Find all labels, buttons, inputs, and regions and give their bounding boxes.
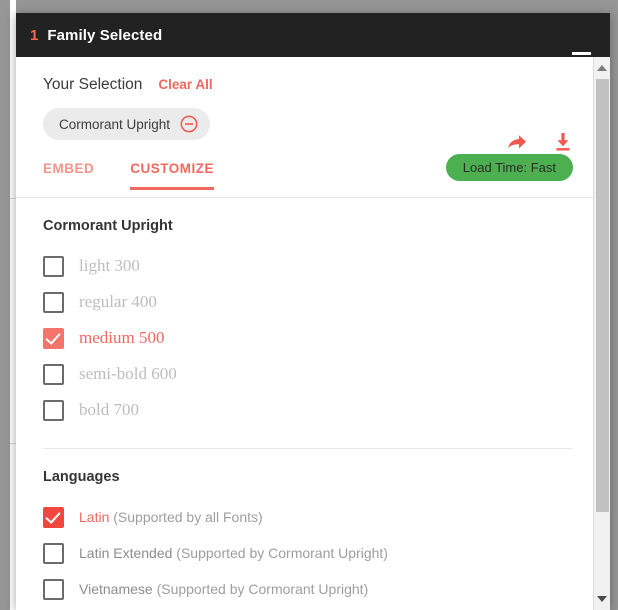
weights-section-title: Cormorant Upright (43, 218, 173, 234)
dialog-titlebar: 1 Family Selected (16, 13, 610, 57)
tab-customize[interactable]: CUSTOMIZE (130, 157, 214, 190)
checkbox[interactable] (43, 542, 64, 564)
checkbox[interactable] (43, 255, 64, 277)
backdrop-overlay (0, 0, 10, 610)
selected-count: 1 (30, 26, 39, 44)
family-chip[interactable]: Cormorant Upright (43, 108, 211, 140)
checkbox-checked[interactable] (43, 327, 64, 349)
family-chip-label: Cormorant Upright (59, 116, 171, 132)
language-option-vietnamese[interactable]: Vietnamese (Supported by Cormorant Uprig… (43, 571, 593, 607)
weights-section: Cormorant Upright light 300 regular 400 … (16, 198, 593, 428)
language-label: Latin (Supported by all Fonts) (79, 509, 263, 525)
scroll-up-arrow-icon[interactable] (594, 59, 610, 77)
weight-option-bold-700[interactable]: bold 700 (43, 392, 593, 428)
tab-embed[interactable]: EMBED (43, 157, 94, 189)
scroll-down-arrow-icon[interactable] (594, 590, 610, 608)
weight-option-light-300[interactable]: light 300 (43, 248, 593, 284)
language-label: Vietnamese (Supported by Cormorant Uprig… (79, 581, 368, 597)
languages-section-title: Languages (43, 469, 120, 485)
weight-option-medium-500[interactable]: medium 500 (43, 320, 593, 356)
language-name: Latin (79, 509, 110, 525)
language-note: (Supported by Cormorant Upright) (176, 545, 388, 561)
language-note: (Supported by all Fonts) (113, 509, 263, 525)
checkbox[interactable] (43, 291, 64, 313)
load-time-badge: Load Time: Fast (445, 154, 573, 181)
scrollbar-thumb[interactable] (596, 79, 609, 512)
checkbox[interactable] (43, 399, 64, 421)
weight-label: light 300 (79, 256, 140, 275)
language-option-latin[interactable]: Latin (Supported by all Fonts) (43, 499, 593, 535)
languages-section: Languages Latin (Supported by all Fonts)… (16, 449, 593, 607)
remove-circle-icon[interactable] (179, 114, 199, 134)
weight-option-regular-400[interactable]: regular 400 (43, 284, 593, 320)
download-icon[interactable] (551, 129, 575, 155)
language-note: (Supported by Cormorant Upright) (156, 581, 369, 597)
checkbox[interactable] (43, 363, 64, 385)
weight-label: regular 400 (79, 292, 157, 311)
checkbox-checked[interactable] (43, 506, 64, 528)
weight-label: medium 500 (79, 328, 165, 347)
weight-label: bold 700 (79, 400, 139, 419)
selection-drawer: 1 Family Selected Your Selection Clear A… (16, 13, 610, 610)
share-icon[interactable] (505, 129, 529, 155)
selection-heading: Your Selection (43, 76, 143, 93)
weight-option-semi-bold-600[interactable]: semi-bold 600 (43, 356, 593, 392)
selection-header: Your Selection Clear All (16, 57, 593, 94)
vertical-scrollbar[interactable] (593, 57, 610, 610)
clear-all-button[interactable]: Clear All (158, 77, 212, 92)
dialog-body: Your Selection Clear All Cormorant Uprig… (16, 57, 610, 610)
weight-label: semi-bold 600 (79, 364, 177, 383)
language-name: Vietnamese (79, 581, 153, 597)
drawer-tabs: EMBED CUSTOMIZE Load Time: Fast (16, 154, 593, 198)
dialog-scroll-content: Your Selection Clear All Cormorant Uprig… (16, 57, 593, 610)
language-label: Latin Extended (Supported by Cormorant U… (79, 545, 388, 561)
minimize-icon (571, 51, 591, 55)
language-option-latin-extended[interactable]: Latin Extended (Supported by Cormorant U… (43, 535, 593, 571)
dialog-title: Family Selected (47, 26, 163, 44)
checkbox[interactable] (43, 578, 64, 600)
language-name: Latin Extended (79, 545, 173, 561)
selection-actions (505, 129, 575, 155)
